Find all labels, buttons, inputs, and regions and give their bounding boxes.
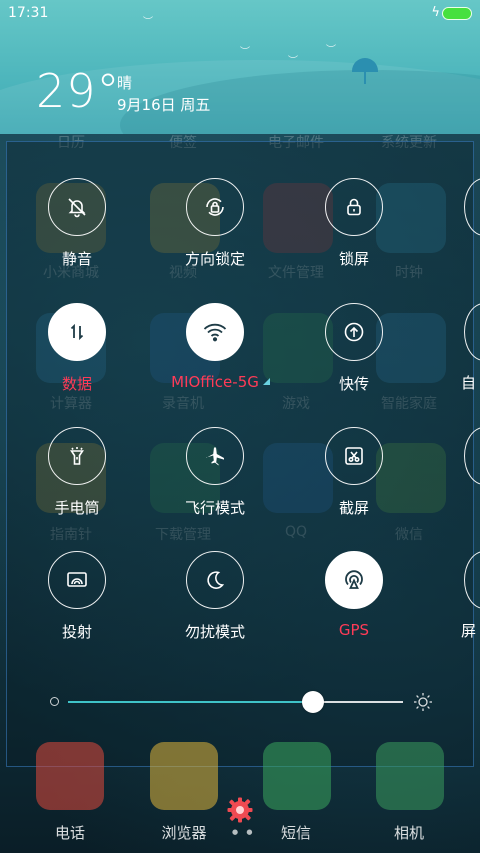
dock-app-label[interactable]: 电话 — [20, 822, 120, 843]
camera-app-icon[interactable] — [376, 742, 444, 810]
toggle-label: GPS — [338, 621, 370, 639]
messages-app-icon[interactable] — [263, 742, 331, 810]
brightness-track-fill — [68, 701, 313, 703]
gps-icon — [325, 551, 383, 609]
weather-date: 9月16日 周五 — [117, 96, 211, 114]
toggle-flashlight[interactable]: 手电筒 — [12, 427, 142, 537]
mobile-data-icon — [48, 303, 106, 361]
toggle-airplane-mode[interactable]: 飞行模式 — [150, 427, 280, 537]
toggle-lock-screen[interactable]: 锁屏 — [289, 178, 419, 288]
toggle-label: 锁屏 — [338, 250, 369, 268]
flashlight-icon — [48, 427, 106, 485]
brightness-slider-thumb[interactable] — [301, 691, 324, 713]
screenshot-icon — [325, 427, 383, 485]
cast-icon — [48, 551, 106, 609]
weather-condition: 晴 — [117, 74, 133, 92]
toggle-label: 数据 — [61, 375, 92, 393]
toggle-label: 手电筒 — [54, 499, 100, 517]
bird-icon: ︶ — [240, 47, 250, 58]
do-not-disturb-icon — [186, 551, 244, 609]
wifi-more-indicator[interactable] — [263, 378, 270, 385]
toggle-gps[interactable]: GPS — [289, 551, 419, 661]
toggle-cast[interactable]: 投射 — [12, 551, 142, 661]
toggle-do-not-disturb[interactable]: 勿扰模式 — [150, 551, 280, 661]
rotation-lock-icon — [186, 178, 244, 236]
temperature: 29° — [36, 64, 121, 118]
battery-icon — [442, 7, 472, 20]
lock-icon — [325, 178, 383, 236]
settings-gear-icon[interactable] — [226, 796, 254, 824]
toggle-label: 飞行模式 — [184, 499, 245, 517]
dock-app-label[interactable]: 浏览器 — [134, 822, 234, 843]
toggle-label: MIOffice-5G — [171, 373, 259, 391]
bird-icon: ︶ — [326, 45, 336, 56]
wifi-icon — [186, 303, 244, 361]
status-bar: 17:31 ϟ — [0, 0, 480, 28]
bird-icon: ︶ — [288, 56, 298, 67]
mi-drop-icon — [325, 303, 383, 361]
dock-app-label[interactable]: 相机 — [359, 822, 459, 843]
status-time: 17:31 — [8, 5, 49, 21]
dock-app-label[interactable]: 短信 — [246, 822, 346, 843]
toggle-mute[interactable]: 静音 — [12, 178, 142, 288]
toggle-mi-drop[interactable]: 快传 — [289, 303, 419, 413]
brightness-high-icon — [414, 693, 432, 711]
bird-icon: ︶ — [143, 17, 153, 28]
toggle-screenshot[interactable]: 截屏 — [289, 427, 419, 537]
toggle-label: 投射 — [61, 623, 92, 641]
toggle-label: 截屏 — [338, 499, 369, 517]
page-indicator: ● ● — [232, 828, 256, 836]
toggle-label: 勿扰模式 — [184, 623, 245, 641]
charging-icon: ϟ — [431, 5, 440, 20]
partial-toggle-label: 屏 — [461, 622, 477, 640]
phone-app-icon[interactable] — [36, 742, 104, 810]
browser-app-icon[interactable] — [150, 742, 218, 810]
toggle-label: 静音 — [61, 250, 92, 268]
toggle-rotation-lock[interactable]: 方向锁定 — [150, 178, 280, 288]
toggle-label: 快传 — [338, 375, 369, 393]
airplane-icon — [186, 427, 244, 485]
brightness-low-icon — [50, 697, 59, 706]
partial-toggle-label: 自 — [461, 374, 477, 392]
mute-bell-icon — [48, 178, 106, 236]
toggle-label: 方向锁定 — [184, 250, 245, 268]
weather-header[interactable]: 17:31 ϟ ︶ ︶ ︶ ︶ 29° 晴 9月16日 周五 — [0, 0, 480, 134]
toggle-mobile-data[interactable]: 数据 — [12, 303, 142, 413]
toggle-wifi[interactable]: MIOffice-5G — [150, 303, 280, 413]
umbrella-pole — [364, 70, 366, 84]
